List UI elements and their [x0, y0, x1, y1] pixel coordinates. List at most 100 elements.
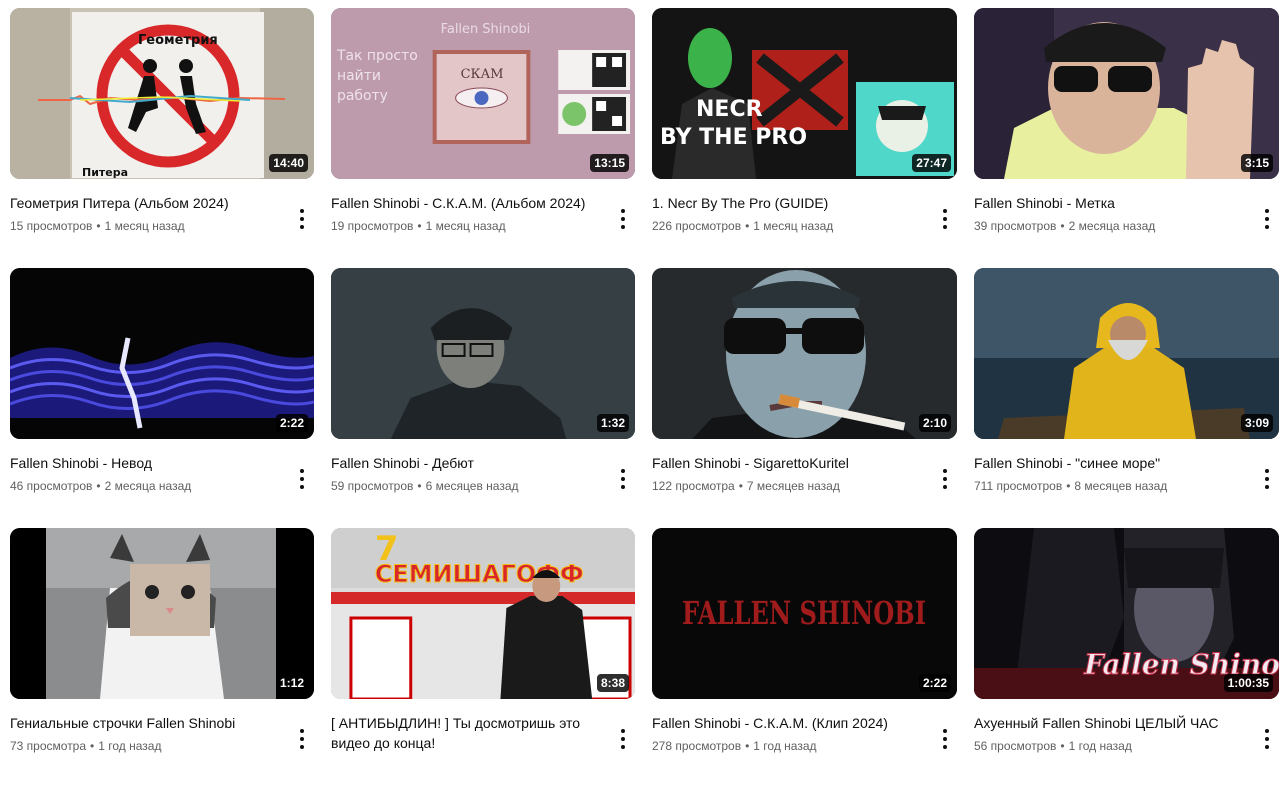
duration-badge: 27:47 — [912, 154, 951, 172]
video-thumbnail[interactable]: NECR BY THE PRO 27:47 — [652, 8, 957, 179]
video-card: Fallen Shinobi 1:00:35 Ахуенный Fallen S… — [974, 528, 1279, 788]
video-thumbnail[interactable]: Геометрия Питера 14:40 — [10, 8, 314, 179]
more-vert-icon[interactable] — [611, 467, 635, 491]
view-count: 39 просмотров — [974, 219, 1057, 233]
video-title[interactable]: [ АНТИБЫДЛИН! ] Ты досмотришь это видео … — [331, 713, 603, 753]
view-count: 56 просмотров — [974, 739, 1057, 753]
more-vert-icon[interactable] — [1255, 727, 1279, 751]
separator: • — [1060, 219, 1065, 233]
video-meta: Fallen Shinobi - Метка 39 просмотров • 2 м… — [974, 193, 1279, 234]
video-thumbnail[interactable]: 1:32 — [331, 268, 635, 439]
more-vert-icon[interactable] — [611, 207, 635, 231]
thumb-text: работу — [337, 88, 388, 104]
thumb-text: Fallen Shinobi — [441, 22, 531, 37]
more-vert-icon[interactable] — [933, 727, 957, 751]
separator: • — [96, 219, 101, 233]
video-meta: Гениальные строчки Fallen Shinobi 73 про… — [10, 713, 314, 754]
duration-badge: 1:32 — [596, 414, 629, 432]
video-meta: Fallen Shinobi - С.К.А.М. (Альбом 2024) … — [331, 193, 635, 234]
duration-badge: 2:22 — [918, 674, 951, 692]
upload-age: 1 год назад — [98, 739, 162, 753]
video-stats: 711 просмотров • 8 месяцев назад — [974, 478, 1247, 494]
video-card: 2:10 Fallen Shinobi - SigarettoKuritel 1… — [652, 268, 957, 528]
video-title[interactable]: Fallen Shinobi - "синее море" — [974, 453, 1247, 473]
thumbnail-image: СЕМИШАГОФФ 7 — [331, 528, 635, 699]
thumbnail-image: FALLEN SHINOBI — [652, 528, 957, 699]
video-title[interactable]: Ахуенный Fallen Shinobi ЦЕЛЫЙ ЧАС — [974, 713, 1247, 733]
video-thumbnail[interactable]: 1:12 — [10, 528, 314, 699]
video-thumbnail[interactable]: СКАМ Fallen Shinobi Так просто найти раб… — [331, 8, 635, 179]
video-title[interactable]: Fallen Shinobi - SigarettoKuritel — [652, 453, 925, 473]
more-vert-icon[interactable] — [611, 727, 635, 751]
view-count: 15 просмотров — [10, 219, 93, 233]
video-stats: 39 просмотров • 2 месяца назад — [974, 218, 1247, 234]
thumbnail-image — [10, 528, 314, 699]
view-count: 226 просмотров — [652, 219, 742, 233]
video-thumbnail[interactable]: FALLEN SHINOBI 2:22 — [652, 528, 957, 699]
video-thumbnail[interactable]: 2:22 — [10, 268, 314, 439]
video-meta: Fallen Shinobi - С.К.А.М. (Клип 2024) 27… — [652, 713, 957, 754]
view-count: 73 просмотра — [10, 739, 87, 753]
view-count: 711 просмотров — [974, 479, 1063, 493]
thumb-text: Геометрия — [138, 33, 218, 48]
video-title[interactable]: Fallen Shinobi - Невод — [10, 453, 282, 473]
upload-age: 1 месяц назад — [425, 219, 506, 233]
video-thumbnail[interactable]: Fallen Shinobi 1:00:35 — [974, 528, 1279, 699]
video-title[interactable]: 1. Necr By The Pro (GUIDE) — [652, 193, 925, 213]
thumb-text: BY THE PRO — [660, 125, 807, 150]
more-vert-icon[interactable] — [1255, 467, 1279, 491]
duration-badge: 1:12 — [275, 674, 308, 692]
video-thumbnail[interactable]: СЕМИШАГОФФ 7 8:38 — [331, 528, 635, 699]
video-thumbnail[interactable]: 2:10 — [652, 268, 957, 439]
separator: • — [745, 219, 750, 233]
more-vert-icon[interactable] — [290, 207, 314, 231]
thumb-text: 7 — [375, 529, 399, 569]
duration-badge: 14:40 — [269, 154, 308, 172]
separator: • — [96, 479, 101, 493]
duration-badge: 2:22 — [275, 414, 308, 432]
video-title[interactable]: Fallen Shinobi - Дебют — [331, 453, 603, 473]
thumbnail-image: СКАМ Fallen Shinobi Так просто найти раб… — [331, 8, 635, 179]
upload-age: 8 месяцев назад — [1074, 479, 1168, 493]
thumbnail-image — [974, 8, 1279, 179]
more-vert-icon[interactable] — [933, 467, 957, 491]
thumbnail-image — [652, 268, 957, 439]
video-card: СЕМИШАГОФФ 7 8:38 [ АНТИБЫДЛИН! ] Ты дос… — [331, 528, 635, 788]
video-stats: 122 просмотра • 7 месяцев назад — [652, 478, 925, 494]
thumb-text: Питера — [82, 166, 128, 179]
thumb-text: СКАМ — [461, 67, 504, 82]
video-title[interactable]: Fallen Shinobi - Метка — [974, 193, 1247, 213]
upload-age: 1 год назад — [1068, 739, 1132, 753]
video-meta: Fallen Shinobi - Дебют 59 просмотров • 6 м… — [331, 453, 635, 494]
duration-badge: 2:10 — [918, 414, 951, 432]
more-vert-icon[interactable] — [933, 207, 957, 231]
video-stats: 59 просмотров • 6 месяцев назад — [331, 478, 603, 494]
upload-age: 6 месяцев назад — [425, 479, 519, 493]
video-thumbnail[interactable]: 3:15 — [974, 8, 1279, 179]
thumb-text: Так просто — [336, 48, 418, 64]
upload-age: 2 месяца назад — [104, 479, 192, 493]
upload-age: 1 месяц назад — [753, 219, 834, 233]
upload-age: 2 месяца назад — [1068, 219, 1156, 233]
view-count: 278 просмотров — [652, 739, 742, 753]
video-meta: Ахуенный Fallen Shinobi ЦЕЛЫЙ ЧАС 56 про… — [974, 713, 1279, 754]
video-card: 3:15 Fallen Shinobi - Метка 39 просмотро… — [974, 8, 1279, 268]
video-title[interactable]: Fallen Shinobi - С.К.А.М. (Клип 2024) — [652, 713, 925, 733]
thumb-text: найти — [337, 68, 381, 84]
video-meta: Fallen Shinobi - "синее море" 711 просмо… — [974, 453, 1279, 494]
separator: • — [90, 739, 95, 753]
video-card: Геометрия Питера 14:40 Геометрия Питера … — [10, 8, 314, 268]
separator: • — [417, 219, 422, 233]
duration-badge: 13:15 — [590, 154, 629, 172]
video-stats: 15 просмотров • 1 месяц назад — [10, 218, 282, 234]
video-title[interactable]: Гениальные строчки Fallen Shinobi — [10, 713, 282, 733]
video-stats: 46 просмотров • 2 месяца назад — [10, 478, 282, 494]
more-vert-icon[interactable] — [290, 467, 314, 491]
more-vert-icon[interactable] — [290, 727, 314, 751]
more-vert-icon[interactable] — [1255, 207, 1279, 231]
video-stats: 278 просмотров • 1 год назад — [652, 738, 925, 754]
video-title[interactable]: Геометрия Питера (Альбом 2024) — [10, 193, 282, 213]
video-title[interactable]: Fallen Shinobi - С.К.А.М. (Альбом 2024) — [331, 193, 603, 213]
video-thumbnail[interactable]: 3:09 — [974, 268, 1279, 439]
upload-age: 1 месяц назад — [104, 219, 185, 233]
